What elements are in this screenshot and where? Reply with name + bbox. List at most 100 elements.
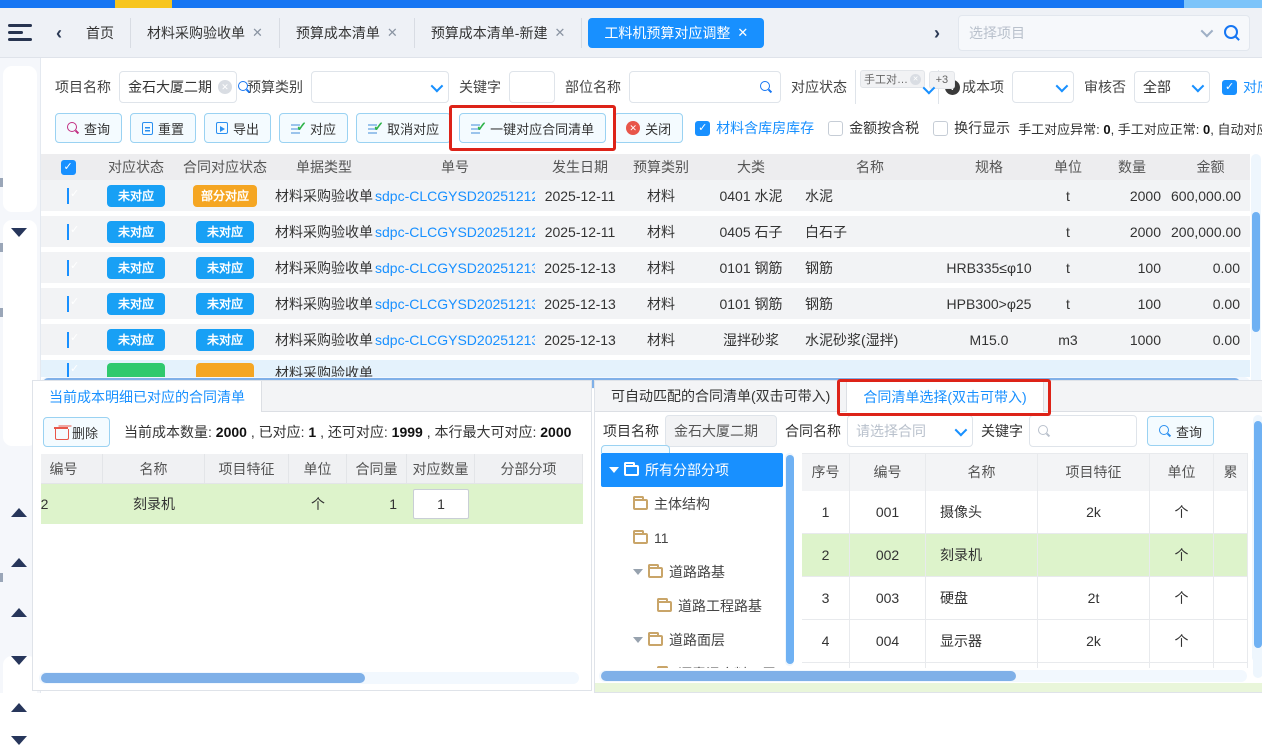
table-row[interactable]: 2002刻录机个 [802,534,1248,577]
match-contract-checkbox[interactable] [1222,80,1237,95]
tree-node-11[interactable]: 11 [601,521,783,555]
table-row[interactable]: 未对应未对应材料采购验收单sdpc-CLCGYSD2025121300(2025… [41,252,1250,288]
project-name-input[interactable]: 金石大厦二期 ✕ [119,71,237,103]
tabs-scroll-right-icon[interactable]: › [926,24,948,42]
project-name-input[interactable]: 金石大厦二期 [665,415,777,447]
horizontal-scrollbar[interactable] [39,672,579,684]
match-status-multiselect[interactable]: 手工对…✕ +3 [855,70,939,104]
row-checkbox-cell [41,332,95,348]
match-qty-input[interactable] [413,489,469,519]
tab-材料采购验收单[interactable]: 材料采购验收单✕ [131,18,280,48]
toolbar-check-金额按含税[interactable]: 金额按含税 [828,118,919,138]
row-checkbox[interactable] [67,224,69,240]
close-tab-icon[interactable]: ✕ [387,25,398,41]
tree-node-道路面层[interactable]: 道路面层 [601,623,783,657]
keyword-input[interactable] [1029,415,1137,447]
table-row[interactable]: 材料采购验收单 [41,360,1250,377]
row-checkbox[interactable] [67,296,69,312]
search-button[interactable]: 查询 [55,113,122,143]
tree-node-所有分部分项[interactable]: 所有分部分项 [601,453,783,487]
table-row[interactable]: 4004显示器2k个 [802,620,1248,663]
search-button[interactable]: 查询 [1147,416,1214,446]
budget-type-select[interactable] [311,71,449,103]
tree-vertical-scrollbar[interactable] [785,453,794,666]
chevron-up-icon[interactable] [11,608,27,617]
tree-node-沥青混合料面层[interactable]: 沥青混合料面层 [601,657,783,668]
chevron-down-icon[interactable] [11,228,27,237]
toolbar-check-材料含库房库存[interactable]: 材料含库房库存 [695,118,814,138]
chevron-up-icon[interactable] [11,558,27,567]
contract-name-select[interactable]: 请选择合同 [847,415,973,447]
tab-matched-contract-list[interactable]: 当前成本明细已对应的合同清单 [33,381,262,412]
tree-node-主体结构[interactable]: 主体结构 [601,487,783,521]
delete-button[interactable]: 删除 [43,417,110,447]
row-checkbox[interactable] [67,332,69,348]
chevron-up-icon[interactable] [11,703,27,712]
export-button[interactable]: 导出 [204,113,271,143]
project-select[interactable]: 选择项目 [958,15,1250,51]
tab-合同清单选择(双击可带入)[interactable]: 合同清单选择(双击可带入) [846,381,1043,412]
panel-vertical-scrollbar[interactable] [1253,415,1262,678]
tree-node-道路路基[interactable]: 道路路基 [601,555,783,589]
expander-icon[interactable] [633,569,643,575]
doc-no-link[interactable]: sdpc-CLCGYSD2025121300( [375,332,535,348]
chevron-down-icon[interactable] [11,656,27,665]
row-checkbox[interactable] [67,363,69,377]
expander-icon[interactable] [633,637,643,643]
remove-tag-icon[interactable]: ✕ [910,74,921,85]
reset-button[interactable]: 重置 [130,113,196,143]
doc-no-link[interactable]: sdpc-CLCGYSD2025121300( [375,260,535,276]
toolbar-check-换行显示[interactable]: 换行显示 [933,118,1010,138]
close-tab-icon[interactable]: ✕ [252,25,263,41]
column-header: 编号 [850,454,926,491]
horizontal-scrollbar[interactable] [599,670,1247,682]
keyword-input[interactable] [509,71,555,103]
table-row[interactable]: 未对应部分对应材料采购验收单sdpc-CLCGYSD2025121200(202… [41,180,1250,216]
checkbox[interactable] [695,121,710,136]
position-name-input[interactable] [629,71,781,103]
table-row[interactable]: 5005网线超五类米 [802,663,1248,668]
checkbox[interactable] [828,121,843,136]
checkbox[interactable] [933,121,948,136]
close-button[interactable]: ✕关闭 [614,113,683,143]
one-click-match-button[interactable]: 一键对应合同清单 [459,113,606,143]
row-checkbox[interactable] [67,260,69,276]
table-row[interactable]: 002刻录机个1 [41,484,583,524]
stat-text: , 已对应: [247,424,308,440]
search-icon[interactable] [238,81,250,93]
expander-icon[interactable] [609,467,619,473]
unmatch-button[interactable]: 取消对应 [356,113,451,143]
tree-node-道路工程路基[interactable]: 道路工程路基 [601,589,783,623]
chevron-up-icon[interactable] [11,508,27,517]
chevron-down-icon[interactable] [11,736,27,745]
close-tab-icon[interactable]: ✕ [554,25,565,41]
tree-node-label: 主体结构 [654,494,710,514]
doc-no-link[interactable]: sdpc-CLCGYSD2025121300( [375,296,535,312]
cost-item-select[interactable] [1012,71,1074,103]
table-row[interactable]: 未对应未对应材料采购验收单sdpc-CLCGYSD2025121300(2025… [41,324,1250,360]
tab-预算成本清单[interactable]: 预算成本清单✕ [280,18,415,48]
search-icon[interactable] [1224,25,1239,40]
menu-toggle-icon[interactable] [8,24,34,41]
doc-no-link[interactable]: sdpc-CLCGYSD2025121200( [375,188,535,204]
match-button[interactable]: 对应 [279,113,348,143]
table-row[interactable]: 未对应未对应材料采购验收单sdpc-CLCGYSD2025121200(2025… [41,216,1250,252]
row-checkbox[interactable] [67,188,69,204]
seq-cell: 3 [802,577,850,620]
search-icon[interactable] [760,81,772,93]
tab-预算成本清单-新建[interactable]: 预算成本清单-新建✕ [415,18,583,48]
vertical-scrollbar[interactable] [1251,154,1261,384]
table-row[interactable]: 1001摄像头2k个 [802,491,1248,534]
audit-select[interactable]: 全部 [1134,71,1210,103]
tab-label: 可自动匹配的合同清单(双击可带入) [611,386,830,406]
tabs-scroll-left-icon[interactable]: ‹ [48,24,70,42]
table-row[interactable]: 未对应未对应材料采购验收单sdpc-CLCGYSD2025121300(2025… [41,288,1250,324]
close-tab-icon[interactable]: ✕ [737,25,748,41]
clear-icon[interactable]: ✕ [218,80,232,94]
select-all-checkbox[interactable] [61,160,76,175]
tab-工料机预算对应调整[interactable]: 工料机预算对应调整✕ [588,18,764,48]
tab-可自动匹配的合同清单(双击可带入)[interactable]: 可自动匹配的合同清单(双击可带入) [595,381,846,411]
tab-首页[interactable]: 首页 [70,18,131,48]
doc-no-link[interactable]: sdpc-CLCGYSD2025121200( [375,224,535,240]
table-row[interactable]: 3003硬盘2t个 [802,577,1248,620]
